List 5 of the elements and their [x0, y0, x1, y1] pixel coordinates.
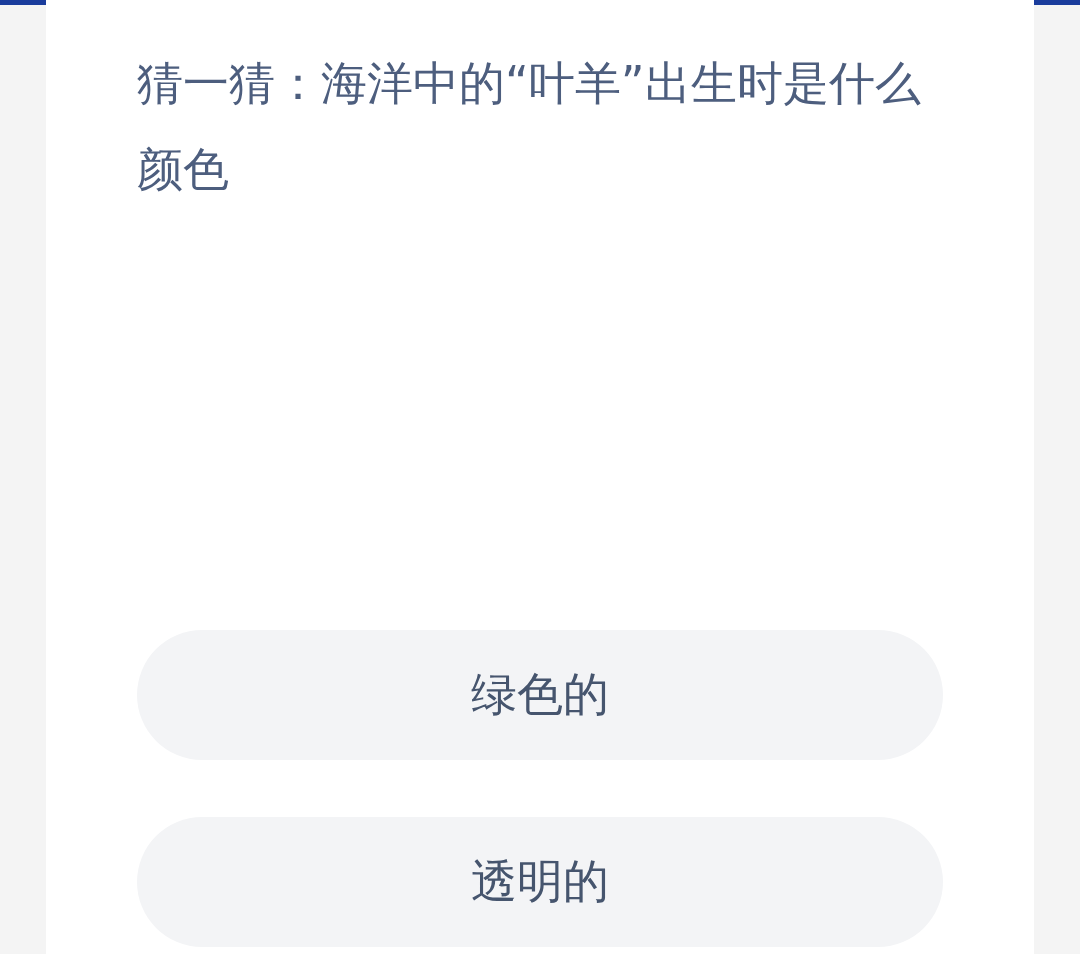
answer-option[interactable]: 透明的: [137, 817, 943, 947]
header-strip: [0, 0, 46, 5]
answer-option[interactable]: 绿色的: [137, 630, 943, 760]
question-text: 猜一猜：海洋中的“叶羊”出生时是什么颜色: [137, 55, 922, 198]
header-strip: [1034, 0, 1080, 5]
